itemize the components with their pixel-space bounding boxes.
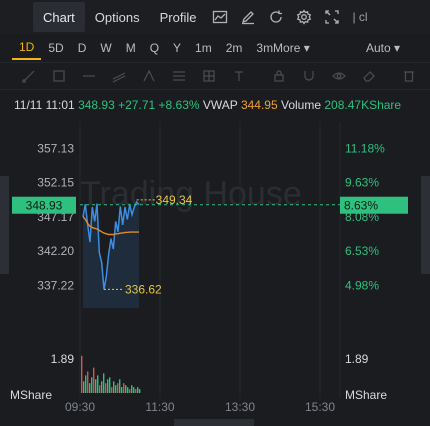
volume-bar [87, 371, 89, 393]
top-bar: Chart Options Profile | cl [0, 0, 430, 34]
volume-bar [119, 379, 121, 393]
high-label: 349.34 [156, 193, 193, 207]
y-right-tick: 11.18% [345, 141, 385, 155]
volume-unit-right: MShare [345, 388, 387, 402]
volume-area [81, 355, 141, 393]
timeframe-1d[interactable]: 1D [12, 36, 42, 60]
vwap-label: VWAP [202, 98, 238, 112]
volume-axis-right: 1.89 [345, 352, 369, 366]
quote-time: 11/11 11:01 [14, 98, 75, 112]
timeframe-d[interactable]: D [71, 36, 94, 60]
volume-bar [139, 389, 141, 393]
volume-bar [93, 367, 95, 393]
toolbar-overflow-text: | cl [352, 10, 368, 24]
draw-text-icon[interactable] [224, 62, 254, 90]
y-right-tick: 4.98% [345, 278, 379, 292]
volume-bar [115, 385, 117, 393]
volume-bar [123, 383, 125, 393]
volume-bar [125, 385, 127, 393]
current-price-tag-text: 348.93 [26, 199, 63, 213]
tab-chart[interactable]: Chart [33, 2, 85, 32]
volume-bar [133, 387, 135, 393]
volume-bar [117, 383, 119, 393]
timeframe-q[interactable]: Q [143, 36, 166, 60]
y-right-tick: 6.53% [345, 244, 379, 258]
timeframe-5d[interactable]: 5D [41, 36, 70, 60]
volume-axis-left: 1.89 [51, 352, 75, 366]
volume-bar [109, 377, 111, 393]
line-chart-icon[interactable] [206, 3, 234, 31]
timeframe-w[interactable]: W [93, 36, 118, 60]
volume-bar [81, 355, 83, 393]
volume-bar [89, 383, 91, 393]
trash-icon[interactable] [394, 62, 424, 90]
volume-bar [99, 385, 101, 393]
auto-scale-dropdown[interactable]: Auto ▾ [366, 41, 400, 55]
y-right-tick: 9.63% [345, 176, 379, 190]
volume-bar [107, 379, 109, 393]
draw-grid-icon[interactable] [194, 62, 224, 90]
eraser-icon[interactable] [354, 62, 384, 90]
draw-rect-icon[interactable] [44, 62, 74, 90]
eye-icon[interactable] [324, 62, 354, 90]
magnet-icon[interactable] [294, 62, 324, 90]
draw-hline-icon[interactable] [74, 62, 104, 90]
y-left-tick: 337.22 [37, 278, 74, 292]
bottom-drag-handle[interactable] [174, 419, 254, 426]
volume-label: Volume [280, 98, 322, 112]
drawing-tools-bar [0, 62, 430, 90]
fullscreen-icon[interactable] [318, 3, 346, 31]
volume-bar [111, 387, 113, 393]
settings-icon[interactable] [290, 3, 318, 31]
timeframe-more[interactable]: 3mMore ▾ [249, 36, 316, 60]
lock-icon[interactable] [264, 62, 294, 90]
low-label: 336.62 [125, 282, 162, 296]
current-pct-tag-text: 8.63% [344, 199, 378, 213]
intraday-chart[interactable]: Trading House 349.34336.62 357.13 11.18%3… [0, 118, 430, 420]
volume-bar [137, 387, 139, 393]
edit-icon[interactable] [234, 3, 262, 31]
draw-line-icon[interactable] [14, 62, 44, 90]
timeframe-1m[interactable]: 1m [188, 36, 219, 60]
volume-bar [135, 389, 137, 393]
draw-fib-icon[interactable] [164, 62, 194, 90]
y-left-tick: 352.15 [37, 176, 74, 190]
quote-change-pct: +8.63% [158, 98, 200, 112]
x-tick: 09:30 [65, 400, 95, 414]
x-tick: 11:30 [145, 400, 174, 414]
volume-bar [113, 381, 115, 393]
y-left-tick: 342.20 [37, 244, 74, 258]
volume-bar [129, 389, 131, 393]
quote-bar: 11/11 11:01 348.93 +27.71 +8.63% VWAP 34… [14, 98, 401, 112]
draw-pitchfork-icon[interactable] [134, 62, 164, 90]
volume-bar [103, 373, 105, 393]
timeframe-m[interactable]: M [119, 36, 143, 60]
volume-bar [91, 377, 93, 393]
volume-bar [85, 375, 87, 393]
x-tick: 13:30 [225, 400, 255, 414]
volume-bar [121, 387, 123, 393]
volume-value: 208.47KShare [324, 98, 402, 112]
tab-options[interactable]: Options [85, 2, 150, 32]
volume-bar [95, 379, 97, 393]
volume-bar [127, 387, 129, 393]
timeframe-bar: 1D 5D D W M Q Y 1m 2m 3mMore ▾ Auto ▾ [0, 36, 430, 60]
y-left-tick: 357.13 [37, 141, 74, 155]
volume-unit-left: MShare [10, 388, 52, 402]
volume-bar [101, 381, 103, 393]
volume-bar [105, 383, 107, 393]
vwap-value: 344.95 [240, 98, 278, 112]
quote-price: 348.93 [78, 98, 115, 112]
volume-bar [83, 381, 85, 393]
refresh-icon[interactable] [262, 3, 290, 31]
draw-channel-icon[interactable] [104, 62, 134, 90]
volume-bar [97, 375, 99, 393]
volume-bar [131, 385, 133, 393]
x-tick: 15:30 [305, 400, 335, 414]
tab-profile[interactable]: Profile [150, 2, 207, 32]
quote-change: +27.71 [118, 98, 156, 112]
timeframe-y[interactable]: Y [166, 36, 188, 60]
timeframe-2m[interactable]: 2m [219, 36, 250, 60]
